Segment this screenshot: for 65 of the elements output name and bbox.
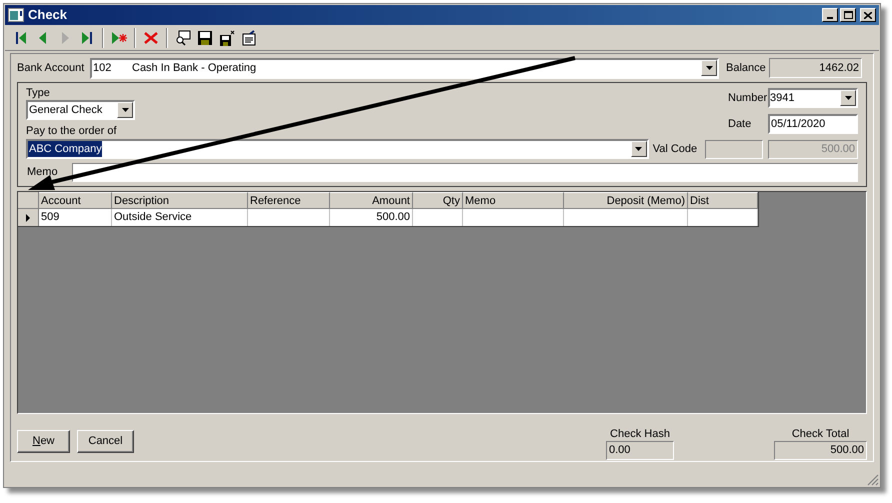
app-icon: [8, 8, 24, 22]
bank-account-combobox[interactable]: 102 Cash In Bank - Operating: [90, 58, 719, 78]
column-header[interactable]: Reference: [248, 192, 330, 209]
combobox-value: ABC Company: [28, 140, 102, 158]
new-button[interactable]: New: [17, 430, 70, 453]
amount-field: 500.00: [768, 140, 858, 158]
window-title: Check: [28, 6, 68, 24]
field-label: Bank Account: [17, 60, 86, 76]
caret-icon: [706, 66, 712, 70]
current-row-icon: [26, 214, 30, 222]
number-combobox[interactable]: 3941: [768, 88, 858, 108]
close-icon: [864, 12, 872, 18]
combobox-value: 3941: [770, 90, 794, 106]
field-label: Memo: [26, 165, 59, 180]
properties-icon: [241, 30, 257, 46]
payee-combobox[interactable]: ABC Company: [26, 139, 649, 159]
maximize-button[interactable]: [840, 8, 856, 22]
row-header[interactable]: [18, 209, 39, 226]
column-header[interactable]: Memo: [463, 192, 564, 209]
field-label: Number: [728, 90, 766, 106]
field-label: Date: [728, 116, 752, 132]
type-combobox[interactable]: General Check: [26, 100, 135, 120]
field-label: Check Hash: [610, 428, 670, 441]
floppy-disk-icon: [219, 30, 235, 46]
find-icon: [175, 30, 191, 46]
caret-icon: [844, 96, 852, 100]
val-code-field: [704, 140, 764, 158]
close-button[interactable]: [860, 8, 876, 22]
dropdown-button[interactable]: [117, 102, 133, 118]
field-label: Check Total: [792, 428, 850, 441]
field-label: Type: [26, 86, 51, 100]
date-field[interactable]: 05/11/2020: [768, 114, 858, 134]
cancel-button[interactable]: Cancel: [77, 430, 134, 453]
first-record-icon: [13, 30, 29, 46]
field-label: Pay to the order of: [26, 124, 118, 138]
dropdown-button[interactable]: [630, 141, 647, 157]
column-header[interactable]: Deposit (Memo): [564, 192, 688, 209]
check-total-field: 500.00: [774, 441, 867, 460]
resize-grip-icon[interactable]: [867, 474, 879, 486]
table-cell: 500.00: [376, 211, 410, 223]
column-header[interactable]: Dist: [688, 192, 758, 209]
new-record-icon: [111, 30, 127, 46]
caret-icon: [122, 108, 128, 112]
dropdown-button[interactable]: [701, 60, 717, 76]
field-label: Val Code: [652, 142, 698, 157]
maximize-icon: [844, 11, 852, 19]
minimize-button[interactable]: [822, 8, 838, 22]
table-cell: Outside Service: [114, 211, 192, 223]
memo-field[interactable]: [72, 163, 858, 182]
field-label: Balance: [726, 60, 766, 76]
column-header[interactable]: Qty: [413, 192, 463, 209]
caret-icon: [635, 147, 642, 151]
account-name: Cash In Bank - Operating: [132, 60, 256, 76]
table-cell: 509: [41, 211, 60, 223]
column-header[interactable]: Description: [112, 192, 248, 209]
balance-field: 1462.02: [769, 58, 862, 78]
combobox-value: General Check: [28, 102, 102, 118]
column-header[interactable]: Account: [39, 192, 112, 209]
delete-icon: [143, 30, 159, 46]
minimize-icon: [827, 17, 833, 19]
column-header[interactable]: Amount: [330, 192, 413, 209]
account-number: 102: [92, 60, 112, 76]
check-hash-field: 0.00: [606, 441, 674, 460]
last-record-icon: [79, 30, 95, 46]
dropdown-button[interactable]: [840, 90, 856, 106]
